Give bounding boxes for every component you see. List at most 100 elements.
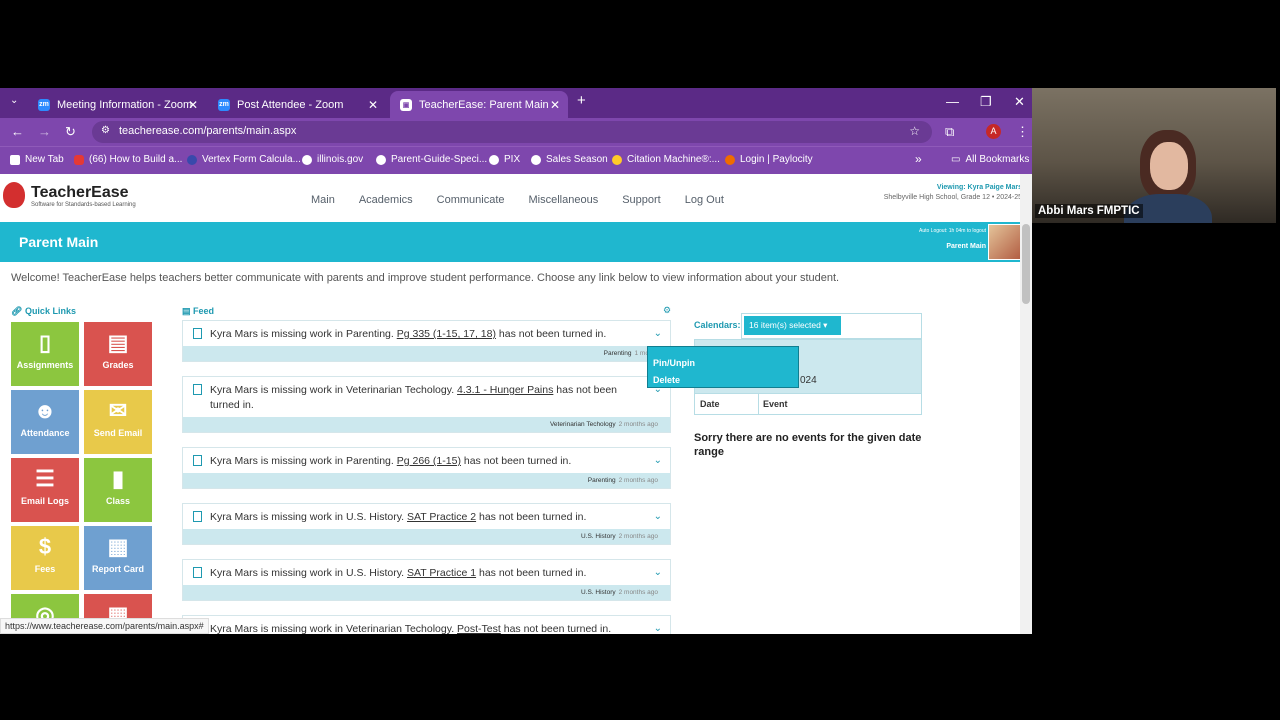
globe-icon <box>531 154 541 165</box>
zoom-icon: zm <box>38 98 50 111</box>
scrollbar-thumb[interactable] <box>1022 224 1030 304</box>
bookmark-youtube[interactable]: (66) How to Build a... <box>74 154 182 165</box>
page-scrollbar[interactable] <box>1020 174 1032 634</box>
student-avatar[interactable] <box>988 224 1024 260</box>
site-header: TeacherEase Software for Standards-based… <box>0 174 1032 222</box>
citation-icon <box>612 154 622 165</box>
status-bar-url: https://www.teacherease.com/parents/main… <box>0 618 209 634</box>
menu-icon[interactable]: ⋮ <box>1016 124 1029 140</box>
delete-option[interactable]: Delete <box>653 372 798 389</box>
chevron-down-icon[interactable]: ⌄ <box>654 453 662 468</box>
quicklink-assignments[interactable]: ▯ Assignments <box>11 322 79 386</box>
youtube-icon <box>74 154 84 165</box>
feed-message: Kyra Mars is missing work in Parenting. … <box>183 321 670 346</box>
teacherease-logo[interactable]: TeacherEase Software for Standards-based… <box>3 176 136 208</box>
chevron-down-icon[interactable]: ⌄ <box>654 326 662 341</box>
no-events-message: Sorry there are no events for the given … <box>694 432 922 458</box>
viewing-label: Viewing: Kyra Paige Mars <box>936 184 1022 191</box>
tab-search-icon[interactable]: ⌄ <box>10 95 18 106</box>
star-icon[interactable]: ☆ <box>909 124 920 138</box>
bookmark-paylocity[interactable]: Login | Paylocity <box>725 154 813 165</box>
menu-main[interactable]: Main <box>311 194 335 206</box>
assignment-link[interactable]: 4.3.1 - Hunger Pains <box>457 384 553 396</box>
feed-footer: Veterinarian Techology 2 months ago <box>183 417 670 432</box>
bookmark-new-tab[interactable]: New Tab <box>10 154 64 165</box>
chevron-down-icon[interactable]: ⌄ <box>654 509 662 524</box>
feed-item: Kyra Mars is missing work in Veterinaria… <box>182 376 671 433</box>
viewing-student[interactable]: Viewing: Kyra Paige Mars Shelbyville Hig… <box>884 184 1022 201</box>
close-icon[interactable]: ✕ <box>188 98 198 112</box>
reload-icon[interactable]: ↻ <box>65 124 76 140</box>
feed-message: Kyra Mars is missing work in U.S. Histor… <box>183 504 670 529</box>
assignment-link[interactable]: SAT Practice 2 <box>407 511 476 523</box>
window-close-icon[interactable]: ✕ <box>1014 94 1025 110</box>
close-icon[interactable]: ✕ <box>550 98 560 112</box>
assignment-link[interactable]: SAT Practice 1 <box>407 567 476 579</box>
more-bookmarks-icon[interactable]: » <box>915 152 922 166</box>
date-column-header: Date <box>700 399 720 409</box>
tab-title: Meeting Information - Zoom <box>57 98 193 111</box>
feed-item: Kyra Mars is missing work in U.S. Histor… <box>182 503 671 545</box>
quicklink-fees[interactable]: $ Fees <box>11 526 79 590</box>
forward-icon[interactable]: → <box>38 124 51 139</box>
back-icon[interactable]: ← <box>11 124 24 139</box>
assignment-link[interactable]: Pg 266 (1-15) <box>397 455 461 467</box>
quicklink-class[interactable]: ▮ Class <box>84 458 152 522</box>
browser-window: ⌄ zm Meeting Information - Zoom ✕ zm Pos… <box>0 88 1032 634</box>
assignment-link[interactable]: Pg 335 (1-15, 17, 18) <box>397 328 496 340</box>
bookmark-citation-machine[interactable]: Citation Machine®:... <box>612 154 720 165</box>
page-icon <box>10 154 20 165</box>
assignment-link[interactable]: Post-Test <box>457 623 501 634</box>
events-table-header: Date Event <box>694 393 922 415</box>
menu-miscellaneous[interactable]: Miscellaneous <box>529 194 599 206</box>
menu-academics[interactable]: Academics <box>359 194 413 206</box>
menu-support[interactable]: Support <box>622 194 661 206</box>
calendars-label: Calendars: <box>694 320 741 330</box>
folder-icon: ▭ <box>951 154 961 165</box>
quicklink-send-email[interactable]: ✉ Send Email <box>84 390 152 454</box>
quicklink-report-card[interactable]: ▦ Report Card <box>84 526 152 590</box>
feed-item: Kyra Mars is missing work in Veterinaria… <box>182 615 671 634</box>
url-field[interactable]: ⚙ teacherease.com/parents/main.aspx ☆ <box>92 121 932 143</box>
feed-settings-icon[interactable]: ⚙ <box>663 305 671 316</box>
feed-message: Kyra Mars is missing work in U.S. Histor… <box>183 560 670 585</box>
globe-icon <box>489 154 499 165</box>
quicklink-email-logs[interactable]: ☰ Email Logs <box>11 458 79 522</box>
extensions-icon[interactable]: ⧉ <box>945 124 954 140</box>
tab-post-attendee[interactable]: zm Post Attendee - Zoom ✕ <box>208 91 386 118</box>
site-info-icon[interactable]: ⚙ <box>101 125 110 136</box>
feed-footer: U.S. History 2 months ago <box>183 585 670 600</box>
feed-message: Kyra Mars is missing work in Veterinaria… <box>183 616 670 634</box>
minimize-icon[interactable]: — <box>946 94 959 109</box>
quicklink-grades[interactable]: ▤ Grades <box>84 322 152 386</box>
tab-title: Post Attendee - Zoom <box>237 98 344 111</box>
globe-icon <box>302 154 312 165</box>
bookmark-vertex[interactable]: Vertex Form Calcula... <box>187 154 301 165</box>
bookmark-pix[interactable]: PIX <box>489 154 520 165</box>
video-tile[interactable]: Abbi Mars FMPTIC <box>1032 88 1276 223</box>
bookmark-parent-guide[interactable]: Parent-Guide-Speci... <box>376 154 487 165</box>
pin-unpin-option[interactable]: Pin/Unpin <box>653 355 798 372</box>
menu-communicate[interactable]: Communicate <box>437 194 505 206</box>
quicklink-attendance[interactable]: ☻ Attendance <box>11 390 79 454</box>
profile-avatar[interactable]: A <box>986 124 1001 139</box>
restore-icon[interactable]: ❐ <box>980 94 992 110</box>
chevron-down-icon[interactable]: ⌄ <box>654 621 662 634</box>
zoom-icon: zm <box>218 98 230 111</box>
bookmark-sales-season[interactable]: Sales Season <box>531 154 608 165</box>
chevron-down-icon[interactable]: ⌄ <box>654 565 662 580</box>
link-icon: 🔗︎ <box>11 306 25 316</box>
bookmark-illinois[interactable]: illinois.gov <box>302 154 363 165</box>
email-log-icon: ☰ <box>35 466 55 491</box>
new-tab-icon[interactable]: + <box>577 92 586 109</box>
feed-item: Kyra Mars is missing work in Parenting. … <box>182 320 671 362</box>
all-bookmarks[interactable]: ▭ All Bookmarks <box>951 154 1029 165</box>
tab-meeting-info[interactable]: zm Meeting Information - Zoom ✕ <box>28 91 206 118</box>
calendars-dropdown[interactable]: 16 item(s) selected ▾ <box>744 316 841 335</box>
menu-logout[interactable]: Log Out <box>685 194 724 206</box>
close-icon[interactable]: ✕ <box>368 98 378 112</box>
people-icon: ☻ <box>33 398 57 423</box>
document-icon: ▯ <box>38 330 52 355</box>
feed-title: ▤ Feed <box>182 306 215 316</box>
tab-teacherease[interactable]: ▣ TeacherEase: Parent Main ✕ <box>390 91 568 118</box>
